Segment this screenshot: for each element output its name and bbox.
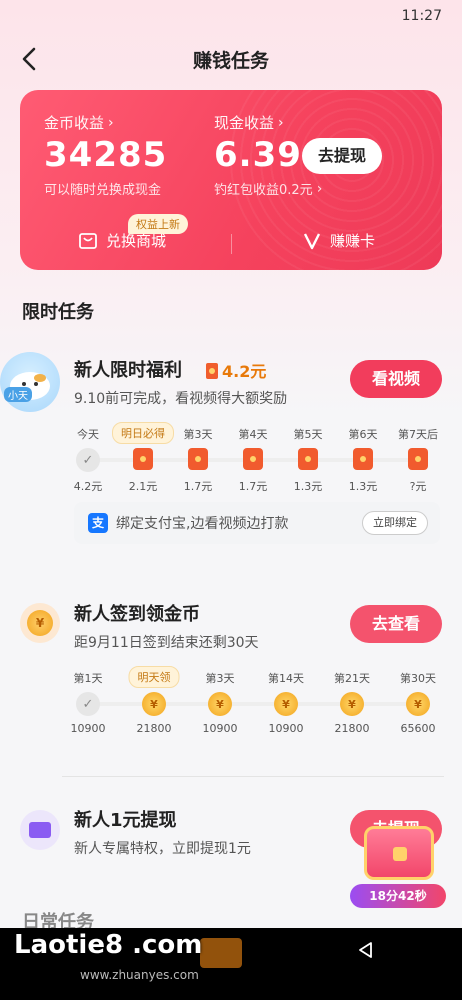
red-envelope-icon (133, 448, 153, 470)
alipay-bind-text: 绑定支付宝,边看视频边打款 (116, 516, 289, 532)
section-divider (62, 776, 444, 777)
mascot-avatar: 小天 (0, 352, 60, 412)
red-envelope-icon (206, 363, 218, 379)
task-title-withdraw: 新人1元提现 (74, 810, 177, 831)
nav-back-triangle-icon[interactable] (356, 940, 376, 960)
welfare-day-value: 1.7元 (238, 480, 268, 493)
watermark-logo: Laotie8 .com (14, 930, 203, 960)
checkin-day-label: 第21天 (334, 672, 370, 685)
treasure-chest-widget[interactable]: 18分42秒 (350, 826, 446, 910)
page-title: 赚钱任务 (192, 50, 269, 72)
status-bar: 11:27 (0, 0, 462, 34)
red-envelope-icon (353, 448, 373, 470)
checkin-tip-badge: 明天领 (128, 666, 180, 688)
welfare-day-label: 第7天后 (398, 428, 438, 441)
welfare-day-label: 第6天 (348, 428, 378, 441)
check-icon: ✓ (76, 448, 100, 472)
yen-coin-icon: ¥ (142, 692, 166, 716)
earn-card-entry[interactable]: 赚赚卡 (302, 230, 375, 251)
task-subtitle-withdraw: 新人专属特权，立即提现1元 (74, 841, 251, 857)
coin-earnings[interactable]: 金币收益 › 34285 可以随时兑换成现金 (44, 112, 167, 198)
welfare-day-value: ?元 (409, 480, 427, 493)
chevron-right-icon: › (316, 180, 323, 197)
earnings-card: 金币收益 › 34285 可以随时兑换成现金 现金收益 › 6.39 钓红包收益0.… (20, 90, 442, 270)
checkin-timeline: 第1天 ✓ 10900 ¥21800 明天领 第3天 ¥10900 第14天 ¥10900 第21… (62, 662, 450, 742)
welfare-day-label: 第5天 (293, 428, 323, 441)
cash-earnings-value: 6.39 (214, 135, 302, 175)
welfare-day-value: 4.2元 (73, 480, 103, 493)
withdraw-button[interactable]: 去提现 (302, 138, 382, 174)
fishing-envelope-earnings[interactable]: 钓红包收益0.2元 (214, 179, 313, 198)
task-subtitle-checkin: 距9月11日签到结束还剩30天 (74, 635, 259, 651)
coin-earnings-value: 34285 (44, 135, 168, 175)
watermark-url: www.zhuanyes.com (80, 968, 199, 982)
yen-coin-icon: ¥ (274, 692, 298, 716)
cash-earnings[interactable]: 现金收益 › 6.39 钓红包收益0.2元 › (214, 112, 322, 198)
alipay-bind-bar: 支 绑定支付宝,边看视频边打款 立即绑定 (74, 502, 440, 544)
welfare-day-label: 今天 (77, 428, 99, 441)
task-reward-value: 4.2元 (222, 362, 267, 381)
chevron-right-icon: › (108, 114, 114, 131)
shop-bag-icon (79, 232, 97, 249)
card-divider (231, 234, 232, 254)
watch-video-button[interactable]: 看视频 (350, 360, 442, 398)
task-title-checkin: 新人签到领金币 (74, 604, 200, 625)
chest-countdown: 18分42秒 (350, 884, 446, 908)
treasure-chest-icon (364, 826, 434, 880)
checkin-day-label: 第1天 (73, 672, 103, 685)
chevron-right-icon: › (278, 114, 284, 131)
mascot-tag: 小天 (4, 387, 32, 402)
section-title-limited: 限时任务 (22, 302, 94, 323)
task-subtitle-newbie-welfare: 9.10前可完成，看视频得大额奖励 (74, 391, 288, 407)
checkin-day-value: 65600 (400, 722, 436, 735)
welfare-day-value: 1.3元 (348, 480, 378, 493)
checkin-day-value: 10900 (268, 722, 304, 735)
check-icon: ✓ (76, 692, 100, 716)
coin-stack-icon: ¥ (406, 692, 430, 716)
task-title-newbie-welfare: 新人限时福利 (74, 360, 182, 381)
cloud-mascot-icon (10, 372, 50, 400)
cash-earnings-label: 现金收益 (214, 114, 275, 132)
welfare-tip-badge: 明日必得 (112, 422, 174, 444)
red-envelope-icon (298, 448, 318, 470)
view-checkin-button[interactable]: 去查看 (350, 605, 442, 643)
welfare-day-value: 1.3元 (293, 480, 323, 493)
checkin-day-label: 第14天 (268, 672, 304, 685)
coin-task-icon: ¥ (20, 603, 60, 643)
welfare-day-label: 第4天 (238, 428, 268, 441)
yen-coin-icon: ¥ (27, 610, 53, 636)
welfare-day-label: 第3天 (183, 428, 213, 441)
welfare-timeline: 今天 ✓ 4.2元 2.1元 明日必得 第3天 1.7元 第4天 1.7元 第5天 1.3元 第6天 1… (62, 420, 450, 500)
checkin-day-value: 10900 (202, 722, 238, 735)
coin-earnings-note: 可以随时兑换成现金 (44, 183, 162, 198)
wallet-task-icon (20, 810, 60, 850)
wallet-icon (29, 822, 51, 838)
coin-earnings-label: 金币收益 (44, 114, 105, 132)
status-time: 11:27 (401, 8, 442, 24)
red-envelope-icon (408, 448, 428, 470)
red-envelope-icon (243, 448, 263, 470)
welfare-day-value: 2.1元 (128, 480, 158, 493)
yen-coin-icon: ¥ (208, 692, 232, 716)
welfare-day-value: 1.7元 (183, 480, 213, 493)
task-reward: 4.2元 (206, 358, 266, 382)
home-button[interactable] (200, 938, 242, 968)
yen-coin-icon: ¥ (340, 692, 364, 716)
checkin-day-value: 21800 (136, 722, 172, 735)
alipay-icon: 支 (88, 513, 108, 533)
checkin-day-value: 10900 (70, 722, 106, 735)
earn-card-v-icon (303, 232, 321, 249)
checkin-day-label: 第3天 (205, 672, 235, 685)
checkin-day-value: 21800 (334, 722, 370, 735)
red-envelope-icon (188, 448, 208, 470)
top-nav: 赚钱任务 (0, 34, 462, 84)
checkin-day-label: 第30天 (400, 672, 436, 685)
bind-now-button[interactable]: 立即绑定 (362, 511, 428, 535)
timeline-track (88, 702, 418, 706)
earn-card-label: 赚赚卡 (330, 232, 376, 250)
new-benefit-badge: 权益上新 (128, 214, 188, 234)
